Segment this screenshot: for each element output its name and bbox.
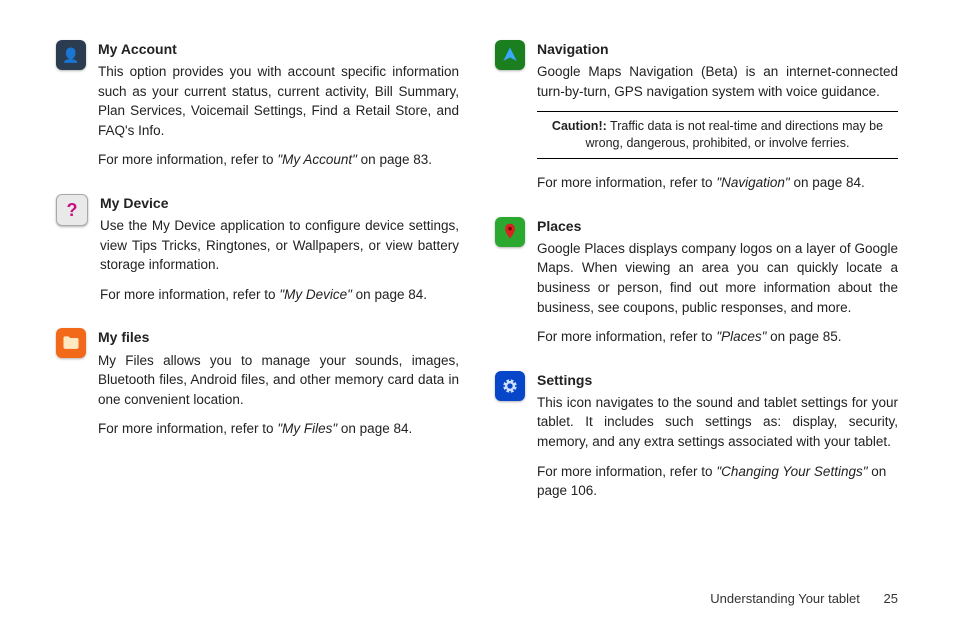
entry-ref: For more information, refer to "My Files… [98,419,459,439]
navigation-arrow-icon [495,40,525,70]
page-footer: Understanding Your tablet 25 [710,591,898,606]
entry-places: Places Google Places displays company lo… [495,217,898,357]
entry-ref: For more information, refer to "Changing… [537,462,898,501]
entry-settings: Settings This icon navigates to the soun… [495,371,898,511]
entry-desc: Use the My Device application to configu… [100,216,459,275]
entry-title: My Device [100,194,459,212]
entry-desc: Google Places displays company logos on … [537,239,898,317]
entry-ref: For more information, refer to "My Devic… [100,285,459,305]
account-icon: 👤 [56,40,86,70]
right-column: Navigation Google Maps Navigation (Beta)… [495,40,898,525]
entry-desc: This icon navigates to the sound and tab… [537,393,898,452]
caution-box: Caution!: Traffic data is not real-time … [537,111,898,159]
entry-desc: My Files allows you to manage your sound… [98,351,459,410]
entry-title: My files [98,328,459,346]
entry-title: Places [537,217,898,235]
entry-navigation: Navigation Google Maps Navigation (Beta)… [495,40,898,203]
entry-ref: For more information, refer to "Navigati… [537,173,898,193]
folder-icon [56,328,86,358]
entry-desc: This option provides you with account sp… [98,62,459,140]
footer-section: Understanding Your tablet [710,591,860,606]
entry-my-account: 👤 My Account This option provides you wi… [56,40,459,180]
entry-title: Navigation [537,40,898,58]
page-body: 👤 My Account This option provides you wi… [0,0,954,525]
left-column: 👤 My Account This option provides you wi… [56,40,459,525]
entry-my-device: ? My Device Use the My Device applicatio… [56,194,459,314]
caution-label: Caution!: [552,119,607,133]
entry-ref: For more information, refer to "My Accou… [98,150,459,170]
gear-icon [495,371,525,401]
entry-title: Settings [537,371,898,389]
caution-text: Traffic data is not real-time and direct… [585,119,883,150]
map-pin-icon [495,217,525,247]
footer-page-number: 25 [884,591,898,606]
entry-title: My Account [98,40,459,58]
entry-desc: Google Maps Navigation (Beta) is an inte… [537,62,898,101]
entry-my-files: My files My Files allows you to manage y… [56,328,459,448]
help-icon: ? [56,194,88,226]
entry-ref: For more information, refer to "Places" … [537,327,898,347]
